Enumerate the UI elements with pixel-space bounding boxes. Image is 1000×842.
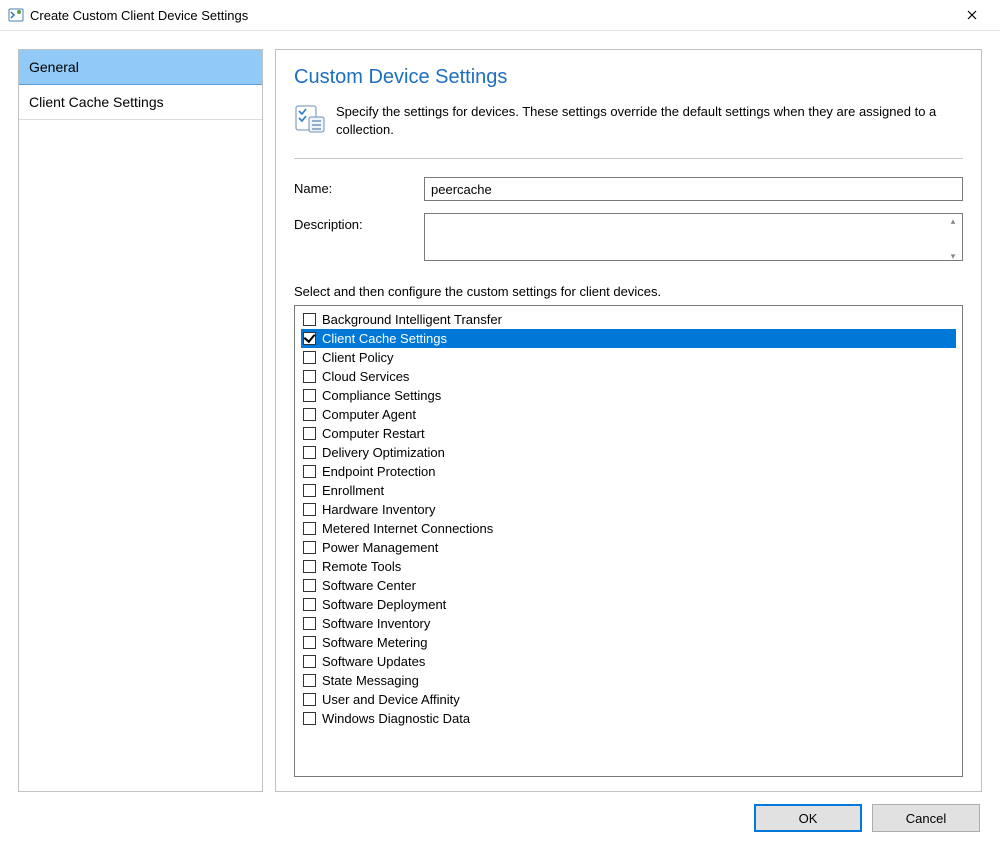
sidebar-item-client-cache-settings[interactable]: Client Cache Settings <box>19 85 262 120</box>
setting-row[interactable]: Computer Restart <box>301 424 956 443</box>
checkbox[interactable] <box>303 712 316 725</box>
settings-list-icon <box>294 103 326 135</box>
checkbox[interactable] <box>303 484 316 497</box>
setting-label: Metered Internet Connections <box>322 521 493 536</box>
intro-text: Specify the settings for devices. These … <box>336 103 963 138</box>
checkbox[interactable] <box>303 370 316 383</box>
setting-row[interactable]: Windows Diagnostic Data <box>301 709 956 728</box>
setting-label: Software Updates <box>322 654 425 669</box>
checkbox[interactable] <box>303 541 316 554</box>
checkbox[interactable] <box>303 332 316 345</box>
checkbox[interactable] <box>303 389 316 402</box>
checkbox[interactable] <box>303 598 316 611</box>
setting-label: User and Device Affinity <box>322 692 460 707</box>
checkbox[interactable] <box>303 693 316 706</box>
description-row: Description: ▴ ▾ <box>294 213 963 264</box>
close-button[interactable] <box>952 7 992 23</box>
checkbox[interactable] <box>303 636 316 649</box>
checkbox[interactable] <box>303 579 316 592</box>
checkbox[interactable] <box>303 351 316 364</box>
setting-row[interactable]: Client Cache Settings <box>301 329 956 348</box>
setting-row[interactable]: Cloud Services <box>301 367 956 386</box>
settings-instruction: Select and then configure the custom set… <box>294 284 963 299</box>
setting-row[interactable]: Software Metering <box>301 633 956 652</box>
app-icon <box>8 7 24 23</box>
setting-row[interactable]: Delivery Optimization <box>301 443 956 462</box>
setting-label: Enrollment <box>322 483 384 498</box>
setting-row[interactable]: Software Updates <box>301 652 956 671</box>
setting-label: Compliance Settings <box>322 388 441 403</box>
titlebar: Create Custom Client Device Settings <box>0 0 1000 31</box>
setting-label: Endpoint Protection <box>322 464 435 479</box>
setting-label: Hardware Inventory <box>322 502 435 517</box>
setting-row[interactable]: User and Device Affinity <box>301 690 956 709</box>
dialog-window: Create Custom Client Device Settings Gen… <box>0 0 1000 842</box>
setting-label: Client Policy <box>322 350 394 365</box>
divider <box>294 158 963 159</box>
setting-label: Remote Tools <box>322 559 401 574</box>
window-title: Create Custom Client Device Settings <box>30 8 952 23</box>
checkbox[interactable] <box>303 313 316 326</box>
checkbox[interactable] <box>303 655 316 668</box>
checkbox[interactable] <box>303 427 316 440</box>
checkbox[interactable] <box>303 503 316 516</box>
setting-label: Software Metering <box>322 635 428 650</box>
setting-label: Cloud Services <box>322 369 409 384</box>
setting-row[interactable]: Compliance Settings <box>301 386 956 405</box>
panels: GeneralClient Cache Settings Custom Devi… <box>18 49 982 792</box>
setting-row[interactable]: Metered Internet Connections <box>301 519 956 538</box>
setting-label: Delivery Optimization <box>322 445 445 460</box>
main-panel: Custom Device Settings Spec <box>275 49 982 792</box>
setting-row[interactable]: Computer Agent <box>301 405 956 424</box>
checkbox[interactable] <box>303 617 316 630</box>
setting-row[interactable]: Background Intelligent Transfer <box>301 310 956 329</box>
setting-row[interactable]: Software Center <box>301 576 956 595</box>
cancel-button[interactable]: Cancel <box>872 804 980 832</box>
checkbox[interactable] <box>303 674 316 687</box>
setting-label: Client Cache Settings <box>322 331 447 346</box>
setting-label: Software Deployment <box>322 597 446 612</box>
setting-row[interactable]: Software Inventory <box>301 614 956 633</box>
name-row: Name: <box>294 177 963 201</box>
setting-label: Power Management <box>322 540 438 555</box>
setting-label: Software Inventory <box>322 616 430 631</box>
setting-label: Windows Diagnostic Data <box>322 711 470 726</box>
setting-row[interactable]: Hardware Inventory <box>301 500 956 519</box>
button-row: OK Cancel <box>18 804 982 832</box>
setting-row[interactable]: Enrollment <box>301 481 956 500</box>
setting-row[interactable]: State Messaging <box>301 671 956 690</box>
setting-row[interactable]: Remote Tools <box>301 557 956 576</box>
settings-list[interactable]: Background Intelligent Transfer Client Ca… <box>294 305 963 777</box>
setting-label: Computer Restart <box>322 426 425 441</box>
setting-label: State Messaging <box>322 673 419 688</box>
checkbox[interactable] <box>303 560 316 573</box>
ok-button[interactable]: OK <box>754 804 862 832</box>
setting-label: Background Intelligent Transfer <box>322 312 502 327</box>
setting-row[interactable]: Client Policy <box>301 348 956 367</box>
name-input[interactable] <box>424 177 963 201</box>
sidebar-item-general[interactable]: General <box>19 50 262 85</box>
checkbox[interactable] <box>303 522 316 535</box>
checkbox[interactable] <box>303 465 316 478</box>
name-label: Name: <box>294 177 424 196</box>
description-label: Description: <box>294 213 424 232</box>
checkbox[interactable] <box>303 408 316 421</box>
setting-label: Software Center <box>322 578 416 593</box>
setting-row[interactable]: Power Management <box>301 538 956 557</box>
checkbox[interactable] <box>303 446 316 459</box>
client-area: GeneralClient Cache Settings Custom Devi… <box>0 31 1000 842</box>
setting-row[interactable]: Software Deployment <box>301 595 956 614</box>
page-title: Custom Device Settings <box>294 66 963 89</box>
description-input[interactable] <box>424 213 963 261</box>
setting-row[interactable]: Endpoint Protection <box>301 462 956 481</box>
setting-label: Computer Agent <box>322 407 416 422</box>
sidebar: GeneralClient Cache Settings <box>18 49 263 792</box>
intro: Specify the settings for devices. These … <box>294 103 963 138</box>
